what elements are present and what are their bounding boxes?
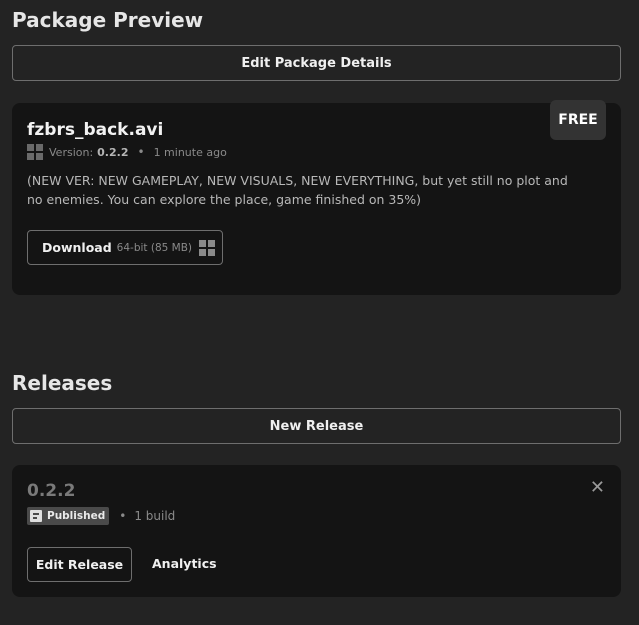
release-version: 0.2.2 — [27, 481, 76, 501]
package-meta: Version: 0.2.2 • 1 minute ago — [27, 144, 227, 160]
release-meta: Published • 1 build — [27, 507, 175, 525]
status-badge: Published — [27, 507, 110, 525]
package-preview-title: Package Preview — [12, 8, 204, 32]
windows-icon — [199, 239, 216, 256]
package-description: (NEW VER: NEW GAMEPLAY, NEW VISUALS, NEW… — [27, 173, 568, 207]
separator-dot: • — [119, 509, 127, 523]
new-release-button[interactable]: New Release — [12, 408, 621, 444]
release-card: 0.2.2 ✕ Published • 1 build Edit Release… — [12, 465, 621, 597]
updated-time: 1 minute ago — [153, 145, 227, 159]
edit-release-button[interactable]: Edit Release — [27, 547, 132, 582]
version-value: 0.2.2 — [97, 145, 129, 159]
close-icon[interactable]: ✕ — [590, 479, 605, 497]
build-count: 1 build — [134, 509, 176, 523]
published-icon — [30, 510, 42, 522]
price-badge: FREE — [550, 100, 606, 140]
package-card: fzbrs_back.avi FREE Version: 0.2.2 • 1 m… — [12, 100, 621, 295]
package-name: fzbrs_back.avi — [27, 120, 164, 140]
windows-icon — [27, 144, 43, 160]
download-button[interactable]: Download 64-bit (85 MB) — [27, 230, 223, 265]
separator-dot: • — [137, 145, 145, 159]
releases-title: Releases — [12, 371, 113, 395]
download-meta: 64-bit (85 MB) — [116, 241, 193, 254]
version-label: Version: — [49, 145, 94, 159]
status-label: Published — [47, 510, 106, 522]
edit-package-details-button[interactable]: Edit Package Details — [12, 45, 621, 81]
download-label: Download — [42, 240, 112, 255]
analytics-link[interactable]: Analytics — [152, 556, 217, 571]
